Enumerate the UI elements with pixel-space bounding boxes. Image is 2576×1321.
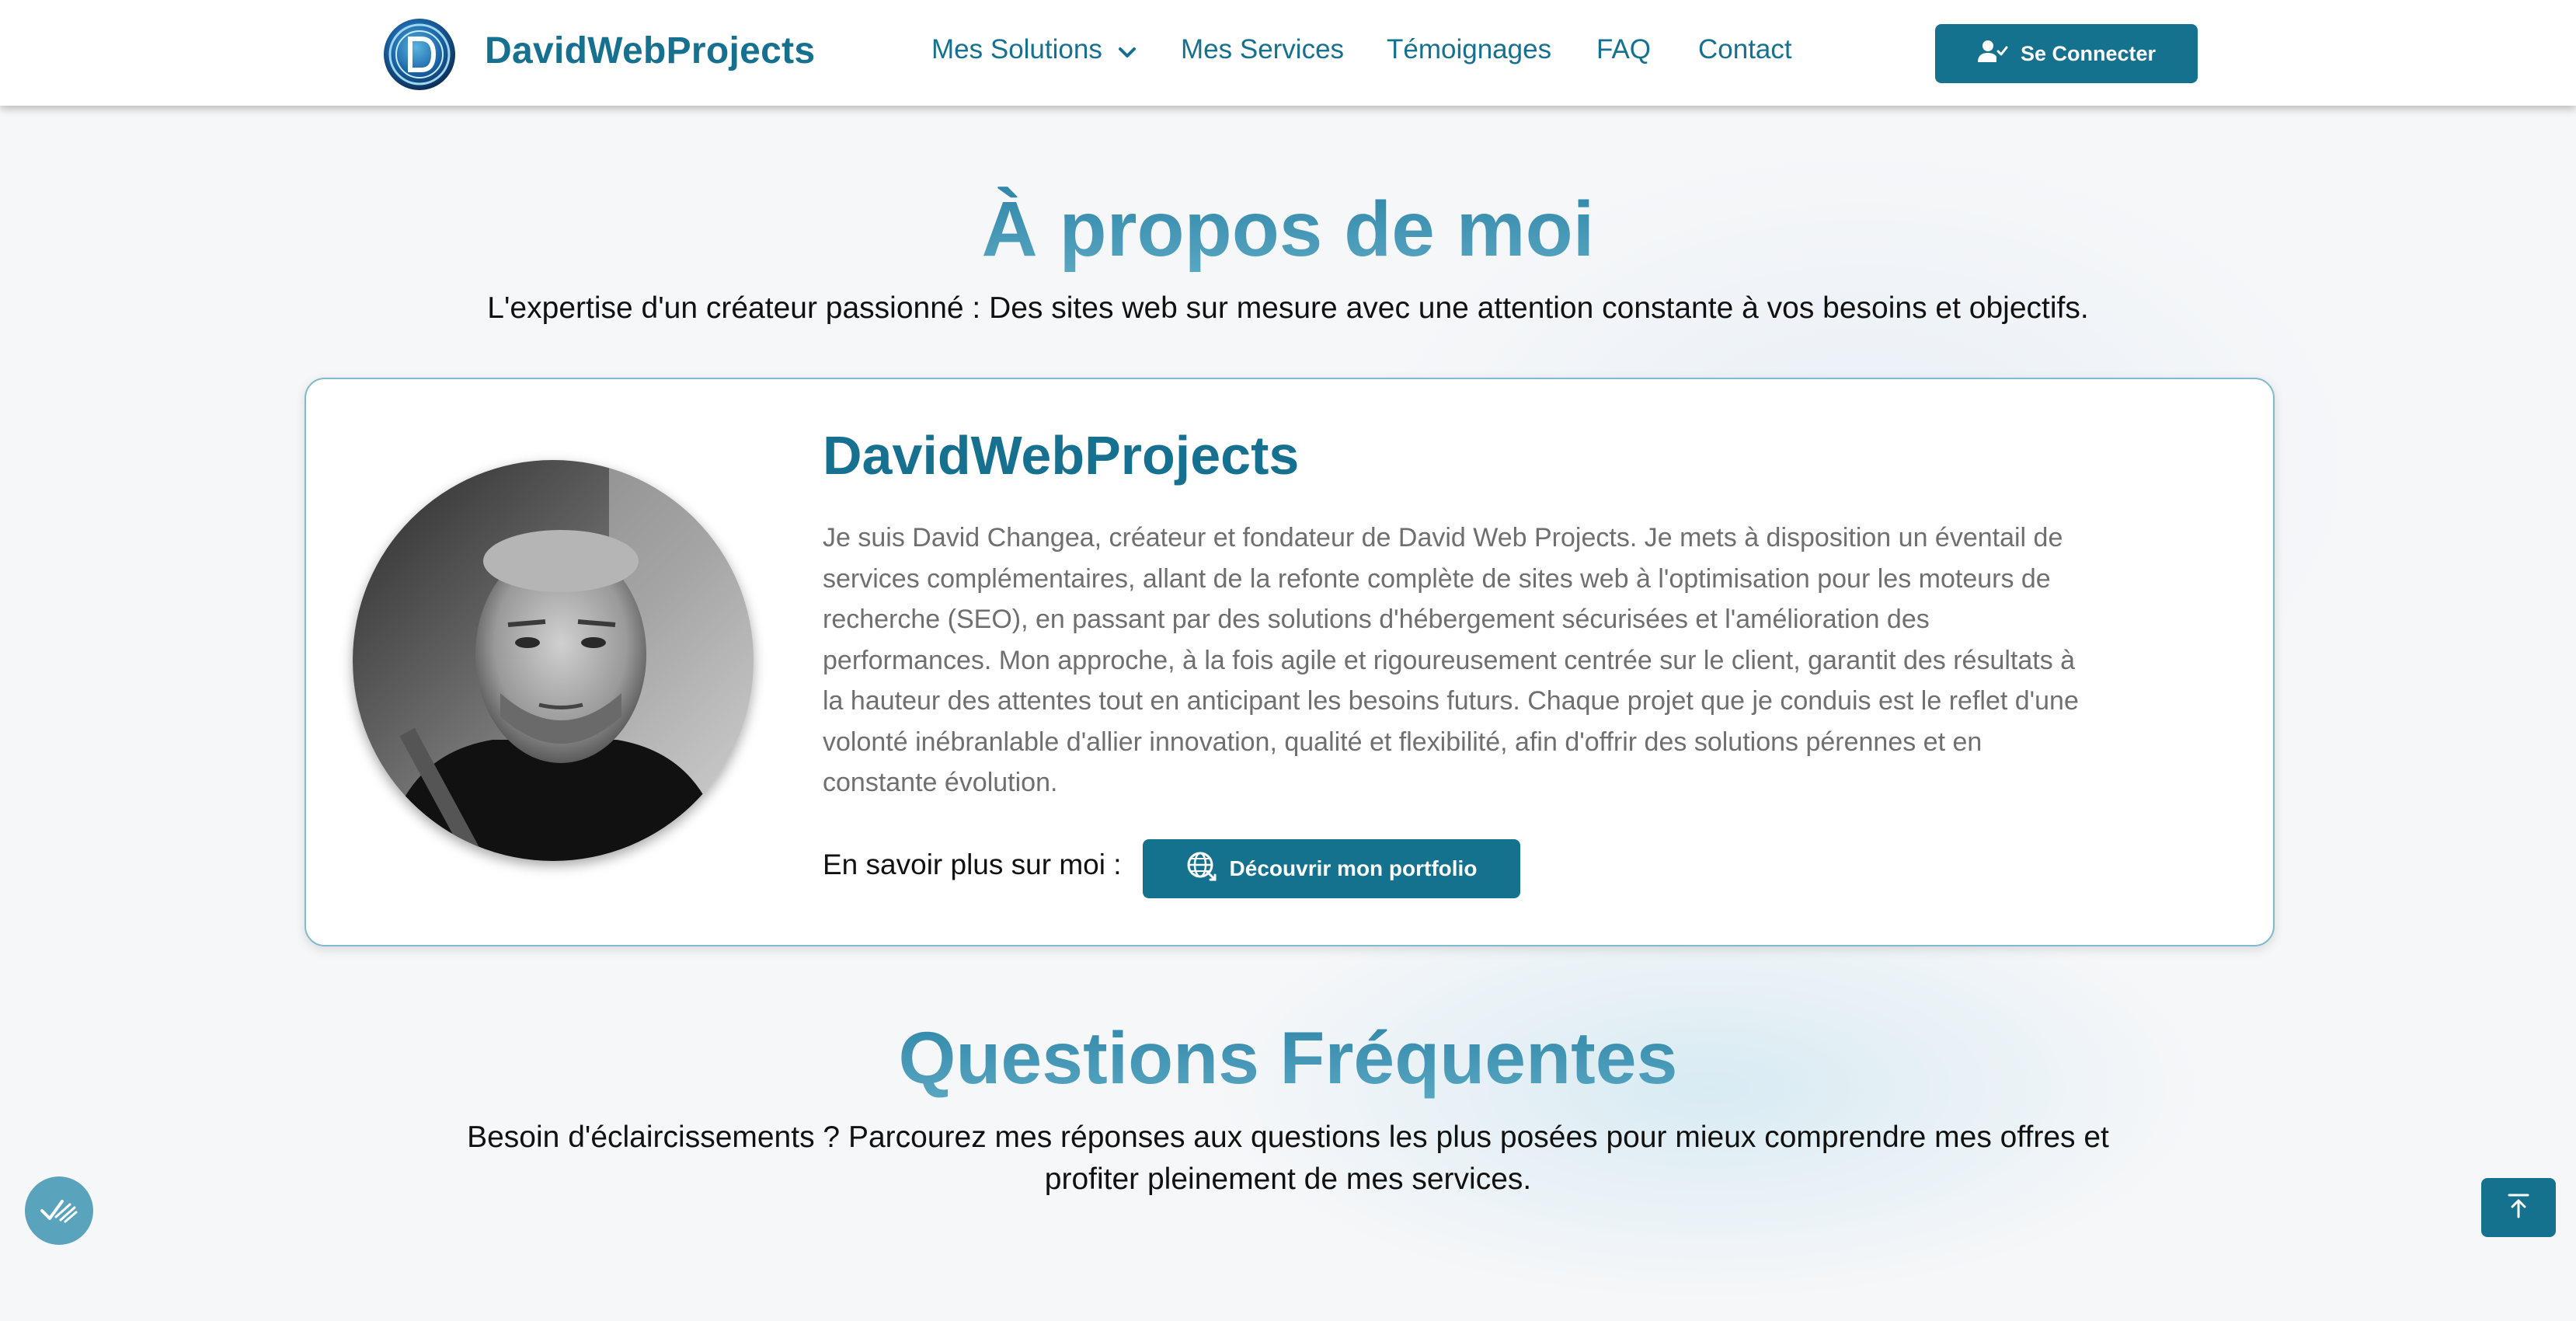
nav-contact[interactable]: Contact <box>1698 34 1792 65</box>
login-button[interactable]: Se Connecter <box>1935 24 2198 83</box>
nav-mes-solutions[interactable]: Mes Solutions <box>931 34 1137 67</box>
about-card: DavidWebProjects Je suis David Changea, … <box>305 378 2275 946</box>
more-about-label: En savoir plus sur moi : <box>823 849 1122 880</box>
portfolio-label: Découvrir mon portfolio <box>1229 856 1478 880</box>
about-subtitle: L'expertise d'un créateur passionné : De… <box>487 291 2089 325</box>
portfolio-button[interactable]: Découvrir mon portfolio <box>1143 839 1520 898</box>
site-header: DavidWebProjects Mes Solutions Mes Servi… <box>0 0 2576 106</box>
faq-title: Questions Fréquentes <box>0 1016 2576 1101</box>
avatar <box>353 460 754 861</box>
login-label: Se Connecter <box>2020 41 2157 65</box>
nav-faq[interactable]: FAQ <box>1596 34 1651 65</box>
arrow-up-to-top-icon <box>2505 1192 2532 1224</box>
nav-temoignages[interactable]: Témoignages <box>1387 34 1551 65</box>
back-to-top-button[interactable] <box>2481 1178 2556 1237</box>
nav-mes-services[interactable]: Mes Services <box>1181 34 1344 65</box>
user-check-icon <box>1977 39 2021 69</box>
accessibility-button[interactable] <box>25 1176 93 1245</box>
globe-icon <box>1186 851 1230 887</box>
about-title: À propos de moi <box>0 185 2576 274</box>
faq-subtitle: Besoin d'éclaircissements ? Parcourez me… <box>467 1121 2109 1196</box>
logo-icon[interactable] <box>381 16 458 93</box>
accessibility-check-icon <box>39 1194 79 1229</box>
about-text: Je suis David Changea, créateur et fonda… <box>823 523 2079 797</box>
brand-name[interactable]: DavidWebProjects <box>485 30 815 72</box>
chevron-down-icon <box>1118 36 1137 67</box>
card-title: DavidWebProjects <box>823 425 1300 486</box>
nav-mes-solutions-label: Mes Solutions <box>931 34 1102 64</box>
